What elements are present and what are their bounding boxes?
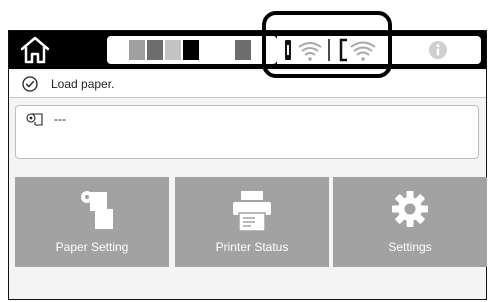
paper-setting-button[interactable]: Paper Setting [15, 177, 169, 267]
settings-label: Settings [388, 240, 432, 254]
settings-gear-icon [392, 191, 428, 227]
connection-highlight-callout [262, 11, 392, 78]
settings-button[interactable]: Settings [333, 177, 487, 267]
ink-cartridge [129, 40, 145, 60]
paper-info-text: --- [54, 112, 66, 126]
top-bar [9, 31, 486, 69]
status-message: Load paper. [51, 77, 115, 91]
paper-setting-label: Paper Setting [55, 240, 129, 254]
printer-status-icon [233, 191, 271, 232]
ink-cartridge [235, 40, 251, 60]
paper-source-panel[interactable]: --- [15, 105, 479, 159]
home-icon [20, 36, 50, 64]
printer-status-button[interactable]: Printer Status [175, 177, 329, 267]
paper-setting-icon [81, 191, 113, 229]
printer-status-label: Printer Status [215, 240, 289, 254]
status-message-row: Load paper. [9, 71, 486, 98]
ink-levels-panel[interactable] [107, 36, 277, 64]
info-button[interactable] [395, 36, 481, 64]
roll-paper-icon [26, 113, 43, 126]
info-icon [429, 41, 447, 59]
ink-cartridge [213, 40, 229, 60]
check-circle-icon [22, 76, 38, 92]
printer-screen: Load paper. --- Paper Setting Printer St… [8, 30, 487, 300]
home-button[interactable] [17, 34, 53, 66]
ink-cartridge [165, 40, 181, 60]
ink-cartridge [183, 40, 199, 60]
ink-cartridge [111, 40, 127, 60]
ink-cartridge [147, 40, 163, 60]
